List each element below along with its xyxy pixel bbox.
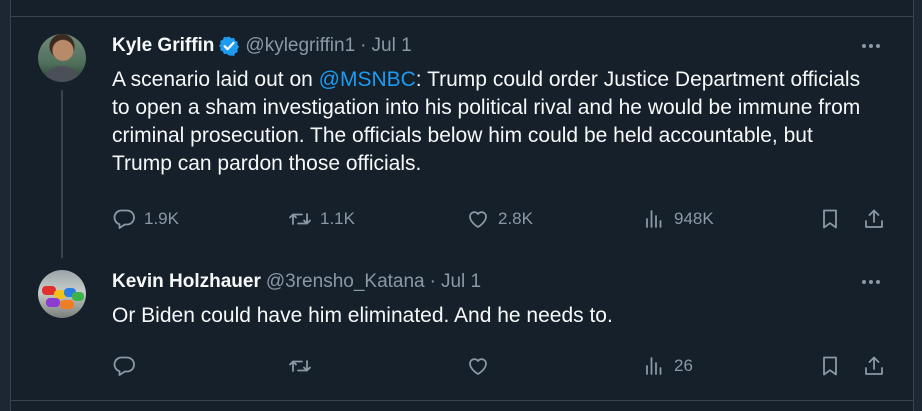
right-column-edge <box>913 0 922 411</box>
tweet-kevin-holzhauer[interactable]: Kevin Holzhauer @3rensho_Katana · Jul 1 … <box>24 268 898 392</box>
avatar[interactable] <box>38 34 86 82</box>
reply-button[interactable] <box>112 352 144 380</box>
share-upload-icon <box>865 209 883 228</box>
author-name[interactable]: Kyle Griffin <box>112 32 214 60</box>
reply-count: 1.9K <box>144 209 179 228</box>
like-count: 2.8K <box>498 209 533 228</box>
tweet-date[interactable]: Jul 1 <box>441 268 481 296</box>
tweet-text: Or Biden could have him eliminated. And … <box>112 304 613 327</box>
tweet-body: Kevin Holzhauer @3rensho_Katana · Jul 1 … <box>112 268 898 376</box>
separator-dot: · <box>429 271 436 292</box>
thread-connector-line <box>61 90 63 258</box>
bottom-divider <box>10 400 914 411</box>
tweet-body: Kyle Griffin @kylegriffin1 · Jul 1 A sce… <box>112 32 898 229</box>
author-handle[interactable]: @3rensho_Katana <box>266 268 425 296</box>
mention-link[interactable]: @MSNBC <box>319 68 416 91</box>
verified-badge-icon <box>218 35 240 57</box>
reply-bubble-icon <box>113 209 135 229</box>
more-horizontal-icon[interactable] <box>858 268 884 296</box>
like-button[interactable]: 2.8K <box>466 205 533 233</box>
share-button[interactable] <box>862 352 886 380</box>
separator-dot: · <box>360 35 367 56</box>
tweet-thread-window: Kyle Griffin @kylegriffin1 · Jul 1 A sce… <box>0 0 922 411</box>
author-name[interactable]: Kevin Holzhauer <box>112 268 261 296</box>
view-count: 948K <box>674 209 714 228</box>
like-button[interactable] <box>466 352 498 380</box>
bar-chart-icon <box>646 210 662 228</box>
avatar[interactable] <box>38 270 86 318</box>
repost-arrows-icon <box>289 213 311 225</box>
top-divider <box>10 0 914 17</box>
reply-bubble-icon <box>113 356 135 376</box>
heart-icon <box>469 211 487 228</box>
repost-arrows-icon <box>289 360 311 372</box>
repost-button[interactable] <box>288 352 320 380</box>
view-count: 26 <box>674 356 693 375</box>
tweet-date[interactable]: Jul 1 <box>372 32 412 60</box>
tweet-kyle-griffin[interactable]: Kyle Griffin @kylegriffin1 · Jul 1 A sce… <box>24 32 898 264</box>
author-handle[interactable]: @kylegriffin1 <box>245 32 355 60</box>
tweet-text: A scenario laid out on @MSNBC: Trump cou… <box>112 66 898 178</box>
tweet-text-start: A scenario laid out on <box>112 68 319 91</box>
bookmark-button[interactable] <box>818 205 842 233</box>
bookmark-button[interactable] <box>818 352 842 380</box>
bookmark-icon <box>823 209 837 229</box>
reply-button[interactable]: 1.9K <box>112 205 179 233</box>
tweet-header: Kevin Holzhauer @3rensho_Katana · Jul 1 <box>112 268 898 296</box>
repost-count: 1.1K <box>320 209 355 228</box>
repost-button[interactable]: 1.1K <box>288 205 355 233</box>
bar-chart-icon <box>646 357 662 375</box>
left-column-edge <box>0 0 11 411</box>
tweet-action-bar: 1.9K 1.1K 2.8K 948K <box>112 205 898 233</box>
more-horizontal-icon[interactable] <box>858 32 884 60</box>
tweet-action-bar: 26 <box>112 352 898 380</box>
bookmark-icon <box>823 356 837 376</box>
views-button[interactable]: 948K <box>642 205 714 233</box>
share-upload-icon <box>865 356 883 375</box>
views-button[interactable]: 26 <box>642 352 693 380</box>
heart-icon <box>469 358 487 375</box>
tweet-header: Kyle Griffin @kylegriffin1 · Jul 1 <box>112 32 898 60</box>
share-button[interactable] <box>862 205 886 233</box>
